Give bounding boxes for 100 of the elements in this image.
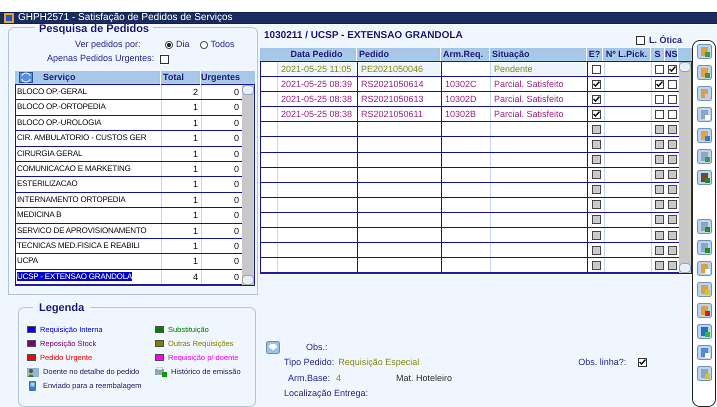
table-cell: RS2021050613 (358, 92, 442, 106)
radio-button[interactable]: Dia (165, 38, 190, 52)
table-cell-text: 0 (232, 178, 240, 192)
table-cell: RS2021050614 (358, 77, 442, 92)
table-cell: 10302C (442, 77, 491, 92)
device-icon (27, 380, 39, 391)
table-cell[interactable]: BLOCO OP.-UROLOGIA (17, 118, 102, 127)
table-cell: PE2021050046 (358, 62, 442, 76)
column-header[interactable]: Urgentes (201, 71, 241, 84)
table-cell: 10302B (442, 107, 491, 122)
table-cell[interactable]: BLOCO OP.-GERAL (17, 87, 87, 96)
field-label: Apenas Pedidos Urgentes: (47, 52, 154, 66)
scroll-down-button[interactable] (242, 275, 254, 286)
table-cell: Parcial. Satisfeito (491, 107, 588, 122)
table-cell-text: 0 (232, 116, 240, 130)
table-cell: 2021-05-25 08:38 (278, 107, 358, 122)
table-cell: 2021-05-25 08:39 (278, 77, 358, 92)
table-cell-text: 0 (232, 86, 240, 99)
table-cell-text: 0 (232, 255, 240, 268)
table-cell-text: 0 (232, 270, 240, 284)
column-header[interactable]: Situação (490, 48, 587, 61)
field-value: 4 (336, 372, 342, 385)
table-cell[interactable]: CIRURGIA GERAL (17, 148, 82, 158)
table-cell: 1 (162, 254, 202, 269)
table-cell[interactable]: UCSP - EXTENSAO GRANDOLA (17, 272, 132, 281)
table-cell[interactable]: SERVICO DE APROVISIONAMENTO (17, 226, 146, 235)
table-cell[interactable]: COMUNICACAO E MARKETING (17, 164, 131, 173)
table-cell: 10302D (442, 92, 491, 106)
checkbox[interactable] (668, 64, 677, 74)
checkbox[interactable] (654, 64, 664, 74)
scrollbar[interactable] (242, 85, 254, 286)
table-cell-text: 0 (232, 240, 240, 253)
checkbox[interactable] (668, 110, 677, 119)
table-cell[interactable]: MEDICINA B (17, 210, 62, 220)
column-header[interactable]: Nº L.Pick. (603, 48, 651, 61)
checkbox[interactable] (592, 110, 600, 119)
table-cell: 1 (162, 192, 202, 208)
table-cell-text: 0 (232, 101, 240, 114)
field-label: Localização Entrega: (284, 386, 368, 400)
table-cell[interactable]: INTERNAMENTO ORTOPEDIA (17, 194, 126, 204)
checkbox[interactable] (668, 94, 677, 104)
checkbox[interactable] (668, 80, 677, 89)
checkbox[interactable] (592, 94, 600, 104)
column-header[interactable]: Arm.Req. (441, 48, 490, 61)
checkbox[interactable] (636, 36, 645, 45)
window-title: GHPH2571 - Satisfação de Pedidos de Serviços (18, 13, 233, 23)
table-cell-text: 0 (232, 194, 240, 207)
checkbox[interactable] (160, 54, 170, 64)
panel-title: Legenda (33, 303, 90, 314)
table-cell-text: 0 (232, 162, 240, 176)
table-cell-text: 0 (232, 148, 240, 161)
scrollbar[interactable] (679, 62, 691, 274)
table-cell[interactable]: UCPA (17, 256, 38, 266)
table-cell: 2021-05-25 11:05 (278, 62, 358, 76)
field-label: Ver pedidos por: (75, 38, 142, 52)
checkbox[interactable] (654, 110, 664, 119)
checkbox-label: L. Ótica (648, 34, 682, 46)
table-cell: 4 (162, 270, 202, 284)
table-cell: 2021-05-25 08:38 (278, 92, 358, 106)
table-cell[interactable]: TECNICAS MED.FISICA E REABILI (17, 240, 140, 250)
column-header[interactable]: E? (587, 48, 603, 61)
scroll-down-button[interactable] (679, 263, 691, 274)
radio-button[interactable]: Todos (200, 38, 235, 52)
table-cell: 1 (162, 146, 202, 161)
table-cell[interactable]: CIR. AMBULATORIO - CUSTOS GER (17, 133, 146, 142)
table-cell: 1 (162, 162, 202, 176)
table-cell: 1 (162, 224, 202, 238)
table-cell: 1 (162, 131, 202, 146)
table-cell-text: 0 (232, 209, 240, 222)
checkbox[interactable] (592, 64, 600, 74)
table-cell: 1 (162, 177, 202, 192)
field-label: Arm.Base: (288, 372, 330, 385)
table-cell: Parcial. Satisfeito (491, 77, 588, 92)
table-cell-text: 0 (232, 224, 240, 238)
checkbox[interactable] (654, 94, 664, 104)
column-header[interactable]: Pedido (357, 48, 441, 61)
table-cell: Pendente (491, 62, 588, 76)
table-cell: 1 (162, 238, 202, 254)
refresh-icon[interactable] (19, 72, 33, 84)
app-icon (4, 13, 14, 23)
field-value: Mat. Hoteleiro (396, 372, 452, 385)
field-label: Obs.: (306, 340, 328, 354)
table-cell: 2 (162, 85, 202, 100)
panel-title: Pesquisa de Pedidos (35, 24, 154, 35)
checkbox[interactable] (654, 80, 664, 89)
table-cell: RS2021050611 (358, 107, 442, 122)
table-cell: 1 (162, 208, 202, 223)
table-cell[interactable]: BLOCO OP.-ORTOPEDIA (17, 102, 106, 112)
checkbox[interactable] (638, 358, 648, 367)
checkbox[interactable] (592, 80, 600, 89)
field-value: Requisição Especial (338, 356, 420, 369)
column-header[interactable]: Data Pedido (277, 48, 357, 61)
panel-title: 1030211 / UCSP - EXTENSAO GRANDOLA (264, 29, 463, 43)
table-cell: 1 (162, 100, 202, 115)
comment-icon[interactable] (266, 340, 280, 354)
column-header[interactable]: S (651, 48, 665, 61)
table-cell[interactable]: ESTERILIZACAO (17, 179, 78, 188)
column-header[interactable]: NS (665, 48, 678, 61)
field-label: Tipo Pedido: (284, 356, 334, 369)
field-label: Obs. linha?: (578, 356, 626, 369)
